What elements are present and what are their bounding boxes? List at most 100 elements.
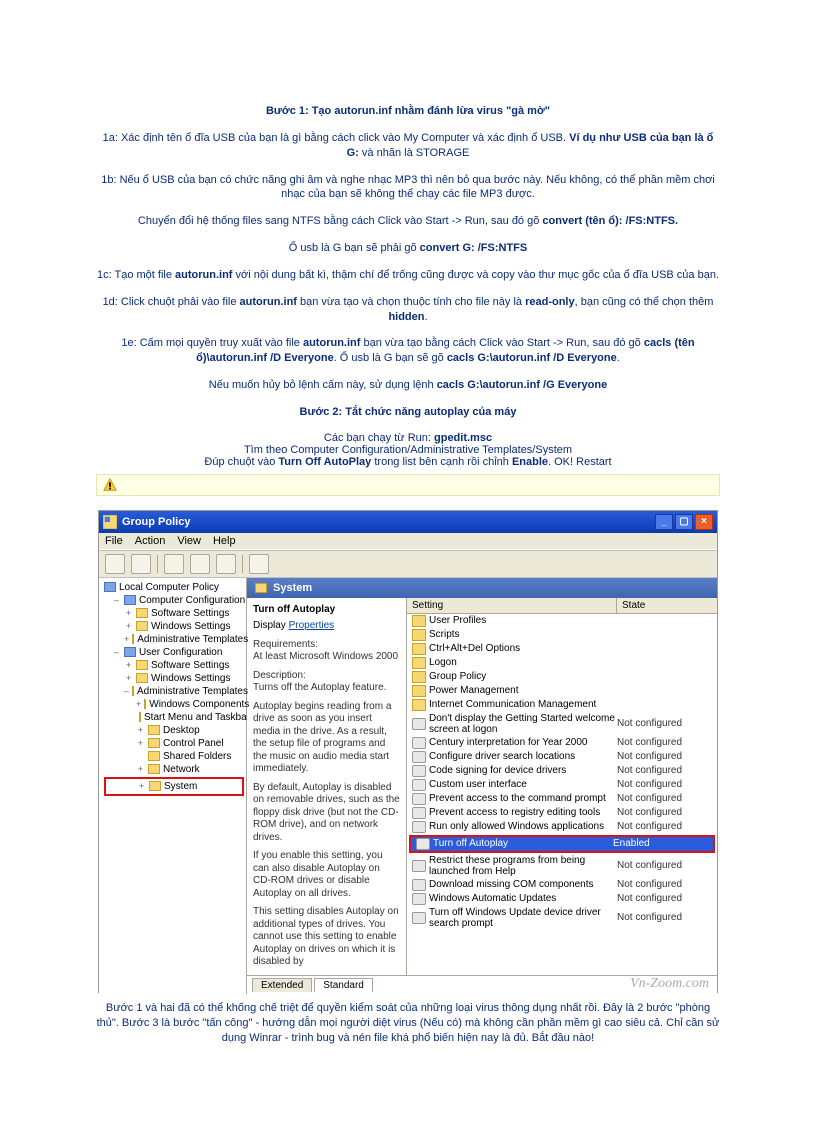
row-state: Not configured xyxy=(617,860,712,871)
row-name: User Profiles xyxy=(429,615,617,626)
forward-button[interactable] xyxy=(131,554,151,574)
col-state[interactable]: State xyxy=(617,598,717,613)
toolbar xyxy=(99,550,717,578)
props-button[interactable] xyxy=(190,554,210,574)
folder-icon xyxy=(148,725,160,735)
col-setting[interactable]: Setting xyxy=(407,598,617,613)
list-row[interactable]: Logon xyxy=(407,656,717,670)
maximize-button[interactable]: ▢ xyxy=(675,514,693,530)
setting-icon xyxy=(412,807,426,819)
tree-root[interactable]: Local Computer Policy xyxy=(102,581,246,594)
menu-view[interactable]: View xyxy=(177,535,201,547)
list-row[interactable]: Group Policy xyxy=(407,670,717,684)
list-row[interactable]: Power Management xyxy=(407,684,717,698)
tree-cc[interactable]: –Computer Configuration xyxy=(102,594,246,607)
row-state: Not configured xyxy=(617,779,712,790)
list-row[interactable]: Internet Communication Management xyxy=(407,698,717,712)
list-row[interactable]: Run only allowed Windows applicationsNot… xyxy=(407,820,717,834)
setting-icon xyxy=(412,737,426,749)
row-name: Don't display the Getting Started welcom… xyxy=(429,713,617,735)
row-state: Not configured xyxy=(617,807,712,818)
setting-icon xyxy=(412,912,426,924)
config-icon xyxy=(124,595,136,605)
tree-uc-ss[interactable]: +Software Settings xyxy=(102,659,246,672)
list-row[interactable]: Scripts xyxy=(407,628,717,642)
folder-icon xyxy=(132,686,134,696)
close-button[interactable]: × xyxy=(695,514,713,530)
list-row[interactable]: Century interpretation for Year 2000Not … xyxy=(407,736,717,750)
row-name: Century interpretation for Year 2000 xyxy=(429,737,617,748)
row-name: Code signing for device drivers xyxy=(429,765,617,776)
tree-cc-ws[interactable]: +Windows Settings xyxy=(102,620,246,633)
step1-convert: Chuyển đổi hệ thống files sang NTFS bằng… xyxy=(96,214,720,229)
watermark: Vn-Zoom.com xyxy=(99,976,709,992)
up-button[interactable] xyxy=(164,554,184,574)
list-row[interactable]: Prevent access to registry editing tools… xyxy=(407,806,717,820)
step1e: 1e: Cấm mọi quyền truy xuất vào file aut… xyxy=(96,336,720,366)
tree-sf[interactable]: Shared Folders xyxy=(102,750,246,763)
row-name: Turn off Autoplay xyxy=(433,838,613,849)
folder-icon xyxy=(139,712,141,722)
row-state: Not configured xyxy=(617,751,712,762)
folder-icon xyxy=(412,671,426,683)
setting-icon xyxy=(412,879,426,891)
list-row[interactable]: Restrict these programs from being launc… xyxy=(407,854,717,878)
setting-icon xyxy=(412,793,426,805)
list-row[interactable]: User Profiles xyxy=(407,614,717,628)
tree-uc[interactable]: –User Configuration xyxy=(102,646,246,659)
list-row[interactable]: Custom user interfaceNot configured xyxy=(407,778,717,792)
list-row[interactable]: Ctrl+Alt+Del Options xyxy=(407,642,717,656)
tree-cc-ss[interactable]: +Software Settings xyxy=(102,607,246,620)
row-name: Prevent access to registry editing tools xyxy=(429,807,617,818)
tree-uc-at[interactable]: –Administrative Templates xyxy=(102,685,246,698)
menu-action[interactable]: Action xyxy=(135,535,166,547)
back-button[interactable] xyxy=(105,554,125,574)
list-row[interactable]: Code signing for device driversNot confi… xyxy=(407,764,717,778)
list-row[interactable]: Configure driver search locationsNot con… xyxy=(407,750,717,764)
folder-icon xyxy=(148,764,160,774)
step1-g: Ổ usb là G bạn sẽ phải gõ convert G: /FS… xyxy=(96,241,720,256)
list-row[interactable]: Download missing COM componentsNot confi… xyxy=(407,878,717,892)
minimize-button[interactable]: _ xyxy=(655,514,673,530)
step1a: 1a: Xác định tên ổ đĩa USB của bạn là gì… xyxy=(96,131,720,161)
tree-cp[interactable]: +Control Panel xyxy=(102,737,246,750)
row-name: Power Management xyxy=(429,685,617,696)
list-row[interactable]: Turn off Windows Update device driver se… xyxy=(407,906,717,930)
help-button[interactable] xyxy=(249,554,269,574)
menu-help[interactable]: Help xyxy=(213,535,236,547)
tree-sys[interactable]: +System xyxy=(107,780,241,793)
window-title: Group Policy xyxy=(122,516,190,528)
row-name: Run only allowed Windows applications xyxy=(429,821,617,832)
row-state: Not configured xyxy=(617,893,712,904)
folder-icon xyxy=(136,660,148,670)
step2-dbl: Đúp chuột vào Turn Off AutoPlay trong li… xyxy=(96,456,720,468)
tree-nw[interactable]: +Network xyxy=(102,763,246,776)
tree-cc-at[interactable]: +Administrative Templates xyxy=(102,633,246,646)
detail-pane: Turn off Autoplay Display Properties Req… xyxy=(247,598,407,975)
properties-link[interactable]: Properties xyxy=(289,620,335,631)
step1c: 1c: Tạo một file autorun.inf với nội dun… xyxy=(96,268,720,283)
tree-uc-ws[interactable]: +Windows Settings xyxy=(102,672,246,685)
row-highlight: Turn off AutoplayEnabled xyxy=(409,835,715,853)
list-row[interactable]: Turn off AutoplayEnabled xyxy=(411,837,713,851)
tree-system-highlight: +System xyxy=(104,777,244,796)
menu-file[interactable]: File xyxy=(105,535,123,547)
row-name: Custom user interface xyxy=(429,779,617,790)
row-name: Group Policy xyxy=(429,671,617,682)
tree-dk[interactable]: +Desktop xyxy=(102,724,246,737)
list-pane: Setting State User Profiles ScriptsCtrl+A… xyxy=(407,598,717,975)
folder-icon xyxy=(412,643,426,655)
step1-heading: Bước 1: Tạo autorun.inf nhằm đánh lừa vi… xyxy=(96,104,720,119)
tree-wc[interactable]: +Windows Components xyxy=(102,698,246,711)
list-row[interactable]: Windows Automatic UpdatesNot configured xyxy=(407,892,717,906)
list-row[interactable]: Prevent access to the command promptNot … xyxy=(407,792,717,806)
row-name: Ctrl+Alt+Del Options xyxy=(429,643,617,654)
detail-title: Turn off Autoplay xyxy=(253,604,400,617)
row-name: Configure driver search locations xyxy=(429,751,617,762)
refresh-button[interactable] xyxy=(216,554,236,574)
setting-icon xyxy=(412,893,426,905)
list-row[interactable]: Don't display the Getting Started welcom… xyxy=(407,712,717,736)
folder-icon xyxy=(412,629,426,641)
row-state: Not configured xyxy=(617,718,712,729)
tree-smt[interactable]: Start Menu and Taskba xyxy=(102,711,246,724)
